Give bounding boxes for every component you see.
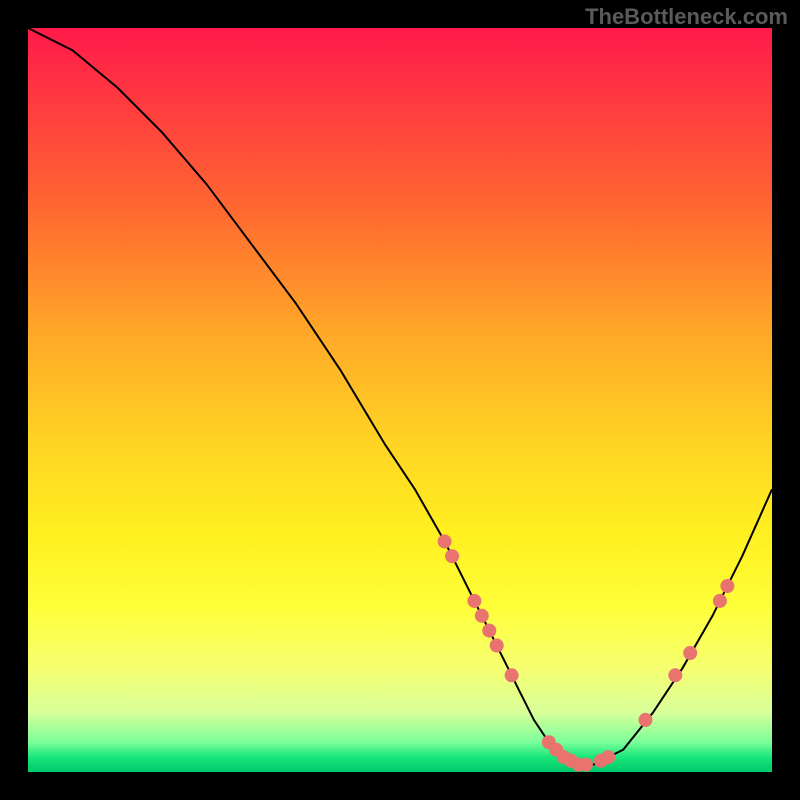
data-marker bbox=[438, 534, 452, 548]
curve-line bbox=[28, 28, 772, 765]
marker-group bbox=[438, 534, 735, 771]
data-marker bbox=[668, 668, 682, 682]
data-marker bbox=[601, 750, 615, 764]
data-marker bbox=[639, 713, 653, 727]
data-marker bbox=[683, 646, 697, 660]
data-marker bbox=[713, 594, 727, 608]
data-marker bbox=[445, 549, 459, 563]
data-marker bbox=[505, 668, 519, 682]
plot-area bbox=[28, 28, 772, 772]
data-marker bbox=[579, 758, 593, 772]
chart-svg bbox=[28, 28, 772, 772]
watermark-text: TheBottleneck.com bbox=[585, 4, 788, 30]
data-marker bbox=[490, 639, 504, 653]
data-marker bbox=[720, 579, 734, 593]
data-marker bbox=[482, 624, 496, 638]
data-marker bbox=[467, 594, 481, 608]
data-marker bbox=[475, 609, 489, 623]
